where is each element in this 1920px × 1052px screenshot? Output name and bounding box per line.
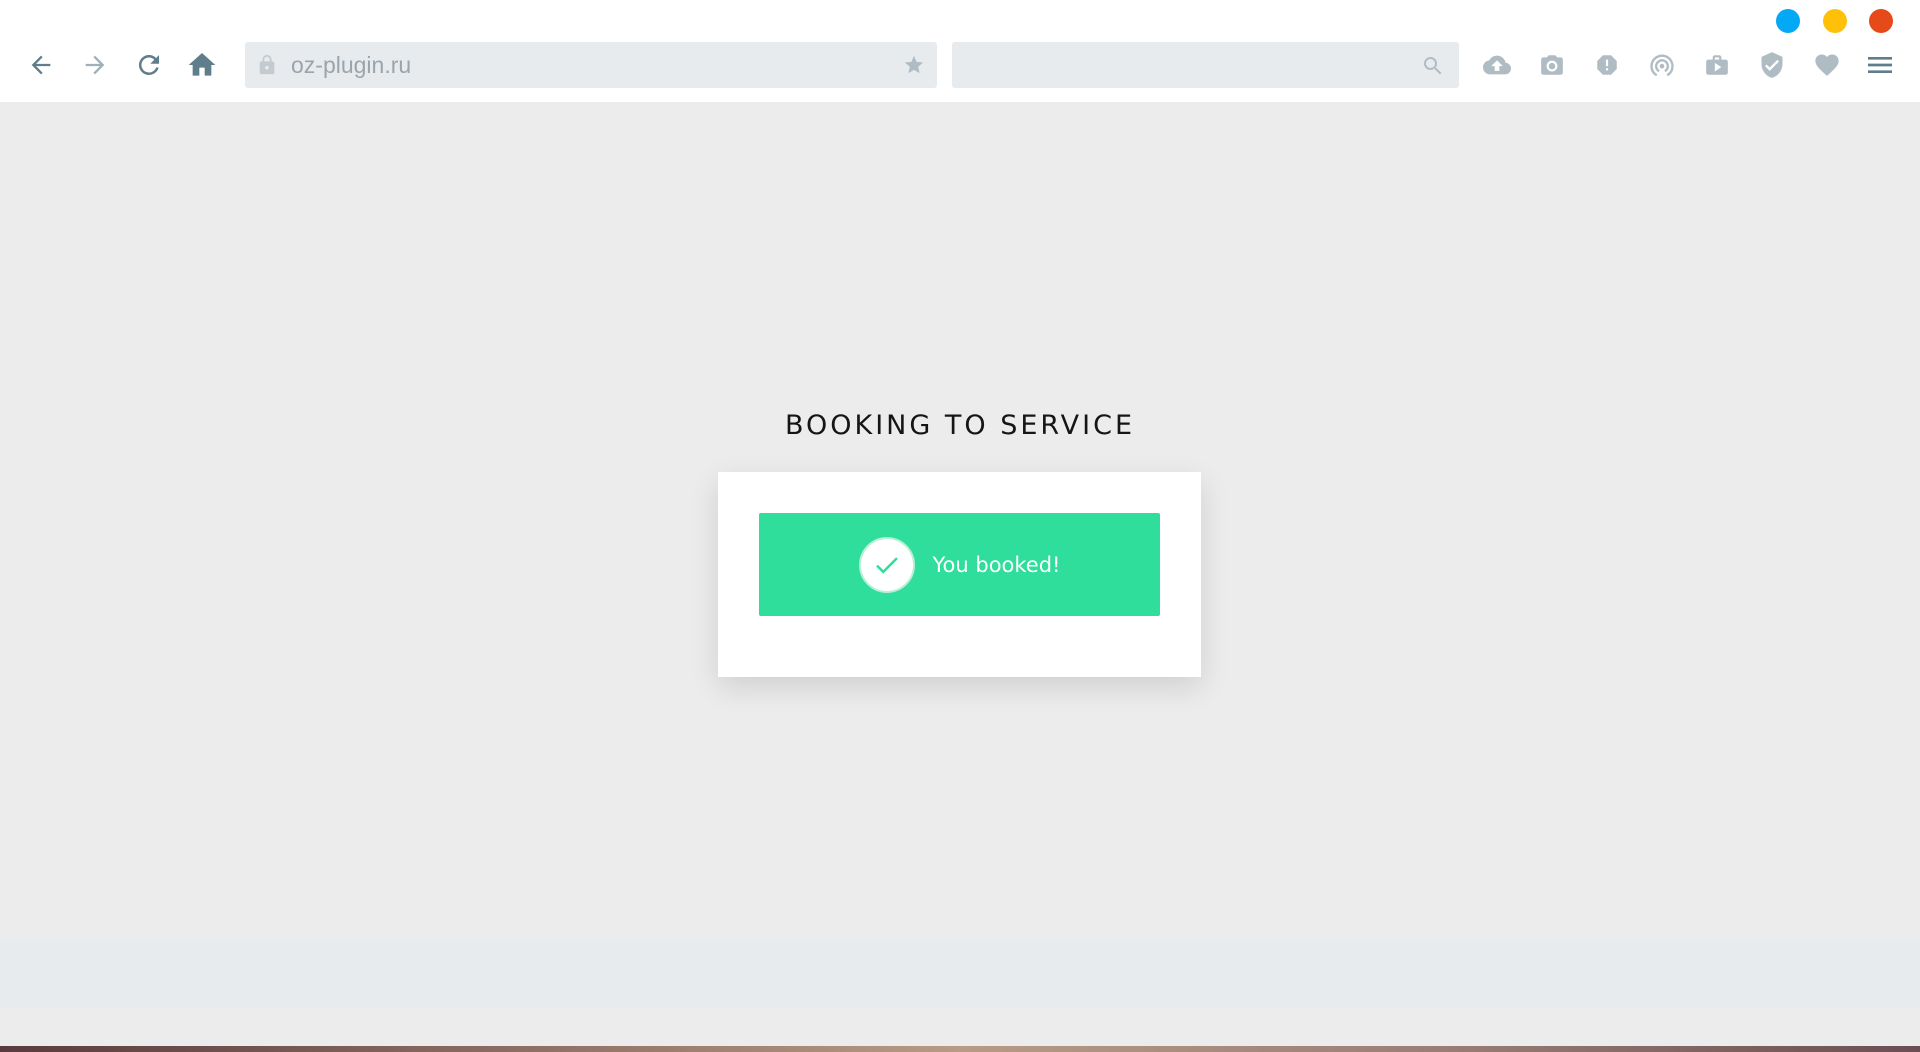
home-button[interactable]: [182, 45, 222, 85]
security-button[interactable]: [1754, 47, 1790, 83]
menu-icon: [1868, 57, 1892, 73]
home-icon: [188, 53, 216, 76]
window-minimize-button[interactable]: [1776, 9, 1800, 33]
address-bar[interactable]: oz-plugin.ru: [245, 42, 937, 88]
check-circle: [858, 536, 915, 593]
media-button[interactable]: [1699, 47, 1735, 83]
reload-icon: [138, 54, 159, 75]
browser-toolbar: oz-plugin.ru: [0, 0, 1920, 102]
success-text: You booked!: [932, 552, 1061, 577]
window-maximize-button[interactable]: [1823, 9, 1847, 33]
search-icon[interactable]: [1421, 54, 1445, 78]
bookmark-star-icon[interactable]: [903, 54, 925, 76]
taskbar-edge: [0, 1046, 1920, 1052]
booking-card: You booked!: [718, 472, 1201, 677]
footer-band: [0, 940, 1920, 1008]
success-message: You booked!: [759, 513, 1160, 616]
forward-button[interactable]: [75, 45, 115, 85]
video-briefcase-icon: [1706, 55, 1728, 75]
heart-icon: [1815, 54, 1839, 76]
page-title: BOOKING TO SERVICE: [784, 410, 1136, 441]
search-input[interactable]: [952, 42, 1420, 88]
wifi-tethering-icon: [1650, 54, 1674, 77]
upload-button[interactable]: [1479, 47, 1515, 83]
alert-icon: [1597, 55, 1617, 75]
shield-check-icon: [1761, 52, 1783, 78]
search-bar[interactable]: [952, 42, 1459, 88]
alert-button[interactable]: [1589, 47, 1625, 83]
cloud-upload-icon: [1483, 55, 1511, 75]
tethering-button[interactable]: [1644, 47, 1680, 83]
back-arrow-icon: [31, 55, 51, 75]
page-content: BOOKING TO SERVICE You booked!: [0, 102, 1920, 1046]
window-close-button[interactable]: [1869, 9, 1893, 33]
lock-icon: [259, 54, 275, 75]
favorites-button[interactable]: [1809, 47, 1845, 83]
reload-button[interactable]: [129, 45, 169, 85]
back-button[interactable]: [21, 45, 61, 85]
url-text[interactable]: oz-plugin.ru: [291, 42, 411, 88]
screenshot-button[interactable]: [1534, 47, 1570, 83]
camera-icon: [1541, 55, 1563, 75]
forward-arrow-icon: [85, 55, 105, 75]
checkmark-icon: [875, 556, 898, 574]
menu-button[interactable]: [1862, 47, 1898, 83]
